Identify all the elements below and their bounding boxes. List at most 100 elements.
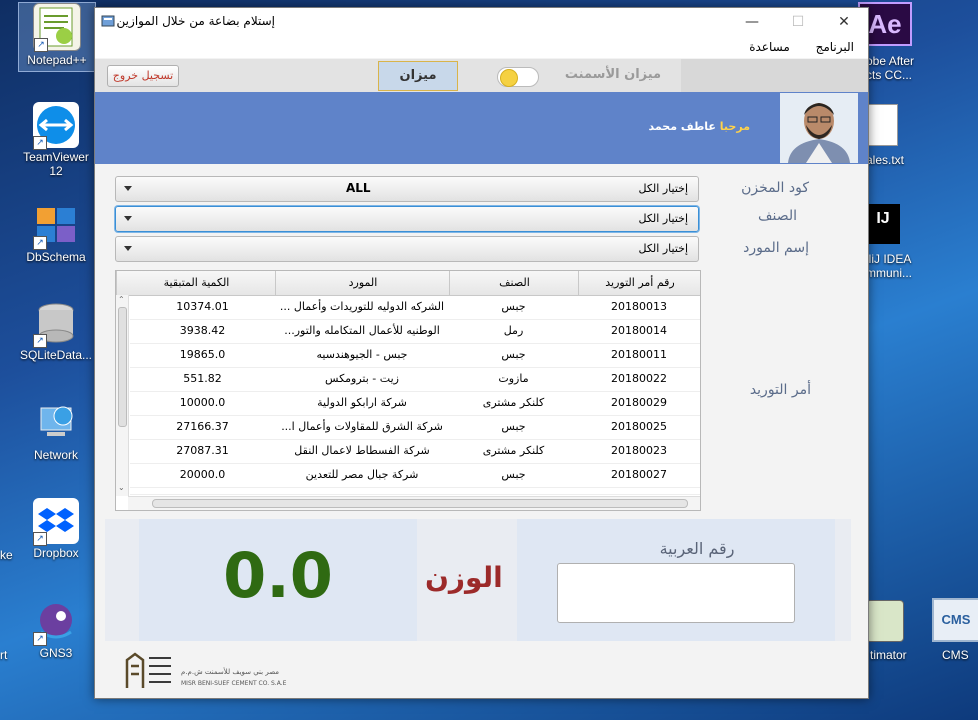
company-logo: مصر بني سويف للأسمنت ش.م.م MISR BENI-SUE… (123, 650, 293, 690)
table-row[interactable]: 10000.0 شركة ارابكو الدولية كلنكر مشترى 201… (130, 391, 700, 416)
desktop-icon-dbschema[interactable]: ↗ DbSchema (18, 202, 94, 264)
warehouse-all-value: ALL (346, 181, 371, 195)
table-cell: 11074.10 (130, 487, 275, 494)
welcome-text: مرحبا عاطف محمد (649, 120, 750, 133)
app-icon (101, 15, 115, 27)
scroll-up-arrow[interactable]: ⌃ (118, 295, 125, 304)
column-header-supplier[interactable]: المورد (275, 271, 450, 295)
chevron-down-icon (124, 186, 132, 191)
desktop-icon-gns3[interactable]: ↗ GNS3 (18, 598, 94, 660)
welcome-header: مرحبا عاطف محمد (95, 92, 868, 164)
item-select[interactable]: إختيار الكل (115, 206, 699, 232)
desktop-icon-notepadpp[interactable]: ↗ Notepad++ (18, 2, 96, 72)
calculator-icon[interactable] (866, 600, 904, 642)
column-header-remaining-qty[interactable]: الكمية المتبقية (116, 271, 276, 295)
maximize-button[interactable]: ☐ (775, 8, 821, 36)
desktop-icon-label: obe After cts CC... (866, 54, 915, 82)
table-row[interactable]: 10374.01 الشركه الدوليه للتوريدات وأعمال … (130, 295, 700, 320)
supplier-label: إسم المورد (743, 240, 809, 256)
truck-number-input[interactable] (557, 563, 795, 623)
scale-toolbar: تسجيل خروج ميزان الخامات ميزان الأسمنت (95, 59, 868, 111)
table-cell: شركة الفسطاط لاعمال النقل (294, 444, 430, 457)
raw-materials-scale-tab[interactable]: ميزان الخامات (378, 61, 458, 111)
table-row[interactable]: 551.82 زيت - بترومكس مازوت 20180022 (130, 367, 700, 392)
desktop-icon-label: GNS3 (39, 646, 73, 660)
window-title: إستلام بضاعة من خلال الموازين (116, 14, 275, 28)
chevron-down-icon (124, 246, 132, 251)
cms-icon[interactable]: CMS (932, 598, 978, 642)
desktop-icon-label: lliJ IDEA mmuni... (866, 252, 913, 280)
warehouse-code-select[interactable]: ALL إختيار الكل (115, 176, 699, 202)
scroll-down-arrow[interactable]: ⌄ (118, 483, 125, 492)
table-cell: شركة جبال مصر للتعدين (305, 468, 419, 481)
table-cell (275, 487, 449, 494)
table-cell: الوطنيه للأعمال المتكامله والتور... (284, 324, 440, 337)
table-cell: جبس (501, 300, 526, 313)
supply-orders-table[interactable]: الكمية المتبقية المورد الصنف رقم أمر الت… (115, 270, 701, 511)
truck-number-label: رقم العربية (659, 539, 735, 558)
chevron-down-icon (124, 216, 132, 221)
table-cell: 551.82 (183, 372, 222, 385)
horizontal-scroll-thumb[interactable] (152, 499, 688, 508)
desktop-icon-teamviewer[interactable]: ↗ TeamViewer 12 (18, 102, 94, 178)
table-cell: 3938.42 (179, 324, 226, 337)
desktop-icon-dropbox[interactable]: ↗ Dropbox (18, 498, 94, 560)
table-cell: 20180027 (611, 468, 667, 481)
edge-label: rt (0, 648, 8, 662)
vertical-scroll-thumb[interactable] (118, 307, 127, 427)
menu-program[interactable]: البرنامج (816, 36, 854, 58)
intellij-icon[interactable]: IJ (866, 204, 900, 244)
table-row[interactable]: 3938.42 الوطنيه للأعمال المتكامله والتور.… (130, 319, 700, 344)
network-icon (33, 400, 79, 446)
warehouse-code-label: كود المخزن (741, 180, 809, 196)
vertical-scrollbar[interactable]: ⌃ ⌄ (116, 295, 129, 496)
table-cell: 20000.0 (179, 468, 226, 481)
supply-order-label: أمر التوريد (749, 382, 811, 398)
table-row[interactable]: 27166.37 شركة الشرق للمقاولات وأعمال ا...… (130, 415, 700, 440)
table-cell: 27166.37 (176, 420, 229, 433)
table-row[interactable]: 19865.0 جبس - الجيوهندسيه جبس 20180011 (130, 343, 700, 368)
supplier-select[interactable]: إختيار الكل (115, 236, 699, 262)
horizontal-scrollbar[interactable] (128, 496, 700, 510)
table-row[interactable]: 27087.31 شركة الفسطاط لاعمال النقل كلنكر م… (130, 439, 700, 464)
warehouse-selected-value: إختيار الكل (638, 182, 688, 195)
weight-value: 0.0 (223, 539, 333, 612)
table-cell: جبس (501, 348, 526, 361)
menu-help[interactable]: مساعدة (749, 36, 790, 58)
desktop-icon-label: Dropbox (33, 546, 79, 560)
desktop-icon-sqlitedata[interactable]: ↗ SQLiteData... (18, 300, 94, 362)
toolbar-filler (681, 59, 868, 92)
menu-bar: البرنامج مساعدة (95, 36, 868, 58)
minimize-button[interactable]: — (729, 8, 775, 36)
scale-toggle[interactable] (497, 67, 539, 87)
logout-button[interactable]: تسجيل خروج (107, 65, 179, 87)
table-cell: 20180029 (611, 396, 667, 409)
app-window: إستلام بضاعة من خلال الموازين — ☐ ✕ البر… (94, 7, 869, 699)
desktop-icon-label: DbSchema (26, 250, 86, 264)
table-cell: كلنكر مشترى (482, 444, 545, 457)
close-button[interactable]: ✕ (821, 8, 867, 36)
desktop-icon-network[interactable]: Network (18, 400, 94, 462)
dropbox-icon: ↗ (33, 498, 79, 546)
table-cell: زيت - بترومكس (325, 372, 399, 385)
weight-display: 0.0 (139, 519, 417, 641)
column-header-order-no[interactable]: رقم أمر التوريد (578, 271, 701, 295)
table-cell: 20180044 (578, 487, 700, 494)
gns3-icon: ↗ (33, 598, 79, 646)
text-file-icon[interactable] (866, 104, 898, 146)
table-cell: الشركه الدوليه للتوريدات وأعمال ... (279, 300, 445, 313)
table-row[interactable]: 11074.10 20180044 (130, 487, 700, 495)
table-cell: شركة ارابكو الدولية (317, 396, 407, 409)
toggle-knob (500, 69, 518, 87)
table-cell: 10000.0 (179, 396, 226, 409)
table-cell: 20180025 (611, 420, 667, 433)
cement-scale-tab[interactable]: ميزان الأسمنت (563, 61, 663, 89)
column-header-item[interactable]: الصنف (449, 271, 579, 295)
table-cell: جبس - الجيوهندسيه (316, 348, 408, 361)
table-cell: مازوت (498, 372, 529, 385)
table-cell: 10374.01 (176, 300, 229, 313)
table-cell: جبس (501, 420, 526, 433)
table-row[interactable]: 20000.0 شركة جبال مصر للتعدين جبس 20180027 (130, 463, 700, 488)
user-avatar (780, 93, 858, 163)
desktop-icon-label: SQLiteData... (19, 348, 93, 362)
